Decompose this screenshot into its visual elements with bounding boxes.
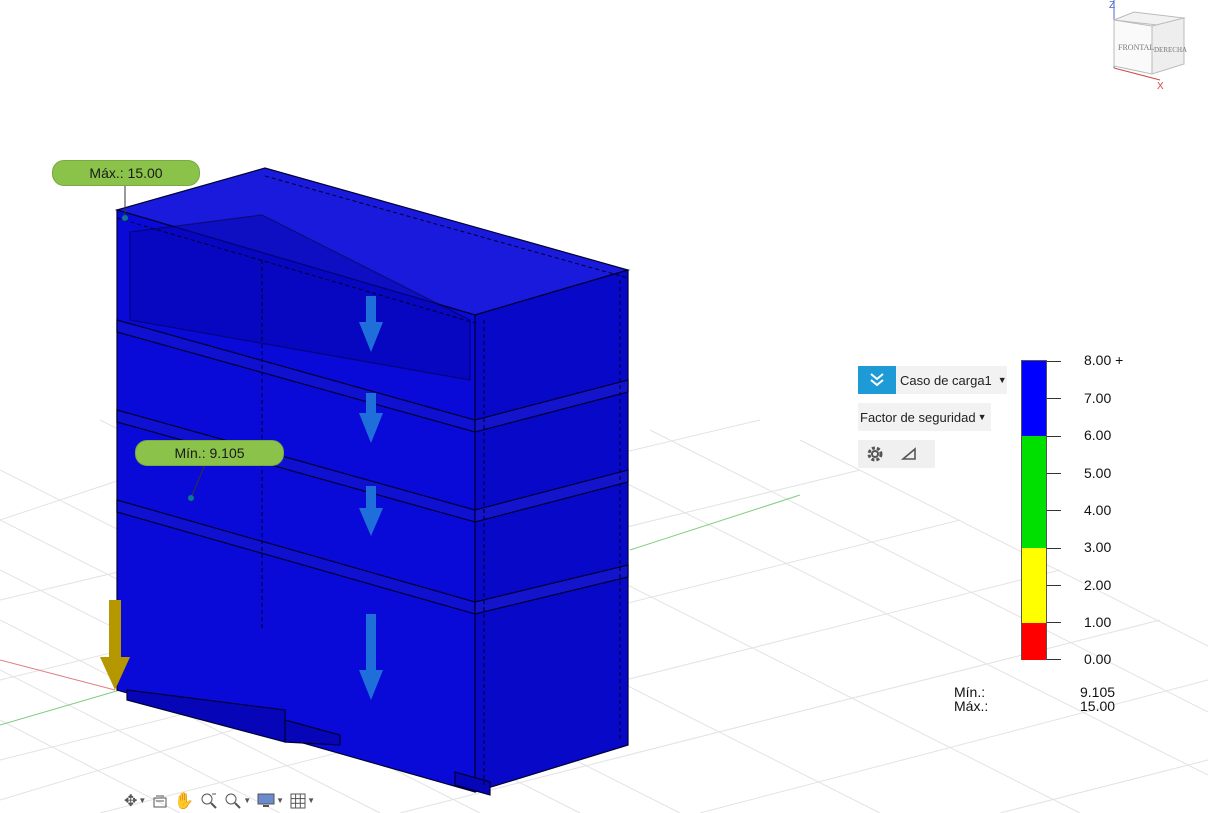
legend-label: 6.00 <box>1084 427 1112 443</box>
gear-icon[interactable] <box>858 440 892 468</box>
viewcube-front-label: FRONTAL <box>1118 43 1154 52</box>
legend-label: 5.00 <box>1084 465 1112 481</box>
legend-tick <box>1047 361 1061 362</box>
x-axis-line <box>0 659 116 691</box>
legend-label: 1.00 <box>1084 614 1112 630</box>
legend-band-green <box>1022 436 1046 548</box>
color-legend-bar <box>1021 360 1047 660</box>
pan-hand-icon[interactable]: ✋ <box>174 791 194 811</box>
result-tools <box>858 440 935 468</box>
result-type-label: Factor de seguridad <box>860 409 976 425</box>
legend-min-value: 9.105 <box>1080 684 1116 700</box>
legend-tick <box>1047 510 1061 511</box>
legend-tick <box>1047 585 1061 586</box>
legend-label: 8.00 + <box>1084 352 1124 368</box>
legend-tick <box>1047 398 1061 399</box>
zoom-icon[interactable]: ▼ <box>224 792 251 810</box>
zoom-window-icon[interactable] <box>200 792 218 810</box>
legend-label: 0.00 <box>1084 651 1112 667</box>
legend-tick <box>1047 548 1061 549</box>
result-type-selector[interactable]: Factor de seguridad ▼ <box>858 403 991 431</box>
dropdown-caret-icon: ▼ <box>977 412 987 422</box>
legend-label: 7.00 <box>1084 390 1112 406</box>
probe-min-label[interactable]: Mín.: 9.105 <box>135 440 284 466</box>
display-settings-icon[interactable]: ▼ <box>257 793 284 809</box>
legend-band-blue <box>1022 361 1046 436</box>
legend-max-value: 15.00 <box>1080 698 1116 714</box>
y-axis-line <box>0 689 121 726</box>
dropdown-caret-icon: ▼ <box>997 375 1007 385</box>
probe-min-point <box>188 495 194 501</box>
legend-band-yellow <box>1022 548 1046 623</box>
legend-label: 2.00 <box>1084 577 1112 593</box>
orbit-icon[interactable]: ✥ ▼ <box>124 791 146 811</box>
y-axis-line-far <box>629 494 801 551</box>
legend-tick <box>1047 436 1061 437</box>
load-case-selector[interactable]: Caso de carga1 ▼ <box>858 366 1007 394</box>
viewcube-axis-x: X <box>1157 81 1164 92</box>
viewcube[interactable]: FRONTAL DERECHA Z X <box>1104 0 1208 95</box>
triangle-icon[interactable] <box>892 440 926 468</box>
probe-max-label[interactable]: Máx.: 15.00 <box>52 160 200 186</box>
look-at-icon[interactable] <box>152 793 168 809</box>
grid-icon[interactable]: ▼ <box>290 793 315 809</box>
viewcube-axis-z: Z <box>1109 0 1115 11</box>
load-case-label: Caso de carga1 <box>900 372 992 388</box>
viewcube-right-label: DERECHA <box>1154 46 1187 54</box>
legend-band-red <box>1022 623 1046 660</box>
legend-label: 3.00 <box>1084 539 1112 555</box>
probe-max-point <box>122 215 128 221</box>
legend-tick <box>1047 622 1061 623</box>
legend-min-label: Mín.: <box>954 684 986 700</box>
navigation-toolbar: ✥ ▼ ✋ ▼ ▼ ▼ <box>124 788 384 813</box>
double-chevron-down-icon[interactable] <box>858 366 896 394</box>
legend-label: 4.00 <box>1084 502 1112 518</box>
legend-tick <box>1047 659 1061 660</box>
legend-tick <box>1047 473 1061 474</box>
shelf-model[interactable] <box>114 167 631 796</box>
legend-max-label: Máx.: <box>954 698 989 714</box>
